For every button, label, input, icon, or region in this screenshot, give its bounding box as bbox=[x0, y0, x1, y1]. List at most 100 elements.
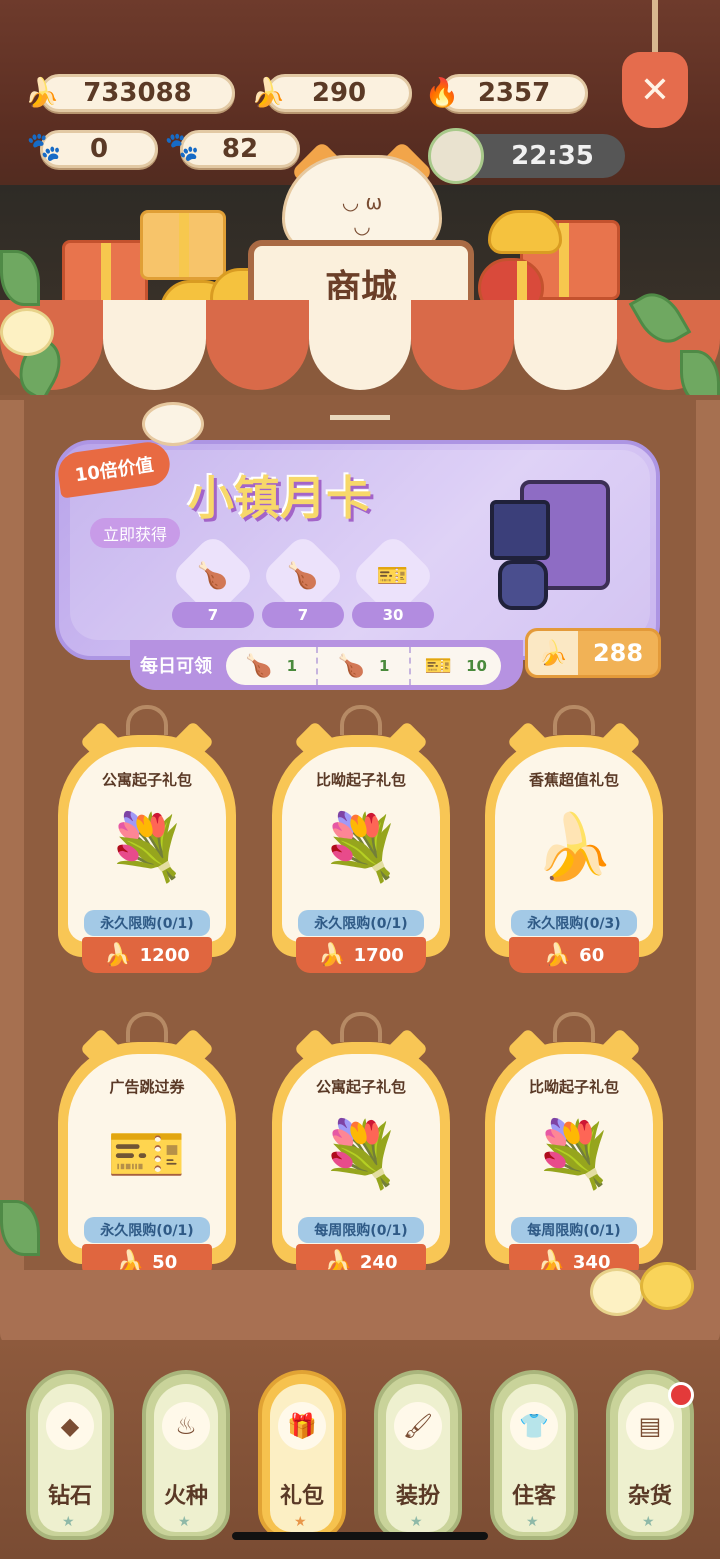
daily-reward-item: 🍗 1 bbox=[226, 647, 319, 685]
home-indicator[interactable] bbox=[232, 1532, 488, 1540]
daily-count: 10 bbox=[466, 657, 487, 675]
star-icon: ★ bbox=[294, 1514, 307, 1530]
item-price: 1200 bbox=[139, 944, 190, 966]
tab-label: 装扮 bbox=[395, 1484, 440, 1509]
paw-orange-icon: 🍗 bbox=[287, 561, 319, 591]
chick-decoration bbox=[640, 1262, 694, 1310]
wizard-body bbox=[498, 560, 548, 610]
paw-bouquet-orange-icon: 💐 bbox=[321, 1117, 401, 1192]
tab-label: 火种 bbox=[163, 1484, 208, 1509]
reward-item: 🍗 7 bbox=[259, 532, 347, 628]
daily-rewards: 🍗 1 🍗 1 🎫 10 bbox=[226, 647, 501, 685]
wizard-gift-icon bbox=[480, 470, 620, 620]
daily-reward-item: 🎫 10 bbox=[411, 647, 501, 685]
item-buy-button[interactable]: 🍌 1200 bbox=[82, 937, 212, 973]
reward-count: 7 bbox=[172, 602, 254, 628]
value-badge-label: 10倍价值 bbox=[73, 454, 155, 487]
star-icon: ★ bbox=[62, 1514, 75, 1530]
ad-ticket-icon: 🎫 bbox=[377, 561, 409, 591]
item-name: 比呦起子礼包 bbox=[315, 771, 406, 789]
chick-decoration bbox=[590, 1268, 644, 1316]
blue-banana-icon: 🍌 bbox=[104, 942, 132, 968]
item-name: 公寓起子礼包 bbox=[315, 1078, 406, 1096]
blue-banana-icon: 🍌 bbox=[528, 631, 578, 675]
star-icon: ★ bbox=[642, 1514, 655, 1530]
cat-face: ◡ ω ◡ bbox=[341, 190, 383, 238]
daily-count: 1 bbox=[378, 657, 390, 675]
shirt-icon: 👕 bbox=[510, 1402, 558, 1450]
shop-item-card[interactable]: 公寓起子礼包 💐 永久限购(0/1) 🍌 1200 bbox=[58, 705, 236, 973]
item-name: 比呦起子礼包 bbox=[528, 1078, 619, 1096]
paw-bouquet-white-icon: 💐 bbox=[534, 1117, 614, 1192]
item-name: 公寓起子礼包 bbox=[101, 771, 192, 789]
paw-white-icon: 🍗 bbox=[197, 561, 229, 591]
tab-dressup[interactable]: 🖌 装扮 ★ bbox=[374, 1370, 462, 1540]
goods-icon: ▤ bbox=[626, 1402, 674, 1450]
star-icon: ★ bbox=[410, 1514, 423, 1530]
item-buy-button[interactable]: 🍌 60 bbox=[509, 937, 639, 973]
month-card-buy-button[interactable]: 🍌 288 bbox=[525, 628, 661, 678]
wizard-hat bbox=[490, 500, 550, 560]
chick-decoration bbox=[0, 308, 54, 356]
item-limit: 永久限购(0/3) bbox=[511, 910, 637, 936]
reward-item: 🎫 30 bbox=[349, 532, 437, 628]
panel-edge bbox=[696, 400, 720, 1320]
tab-label: 住客 bbox=[511, 1484, 556, 1509]
close-button[interactable]: ✕ bbox=[622, 52, 688, 128]
daily-label: 每日可领 bbox=[140, 656, 212, 677]
item-limit: 永久限购(0/1) bbox=[84, 910, 210, 936]
shop-item-card[interactable]: 比呦起子礼包 💐 永久限购(0/1) 🍌 1700 bbox=[272, 705, 450, 973]
blue-banana-icon: 🍌 bbox=[318, 942, 346, 968]
item-limit: 永久限购(0/1) bbox=[298, 910, 424, 936]
blue-banana-count: 290 bbox=[311, 78, 367, 108]
shop-item-card[interactable]: 比呦起子礼包 💐 每周限购(0/1) 🍌 340 bbox=[485, 1012, 663, 1280]
banana-count: 733088 bbox=[83, 78, 192, 108]
card-hanger bbox=[340, 1012, 382, 1042]
ad-ticket-icon: 🎫 bbox=[424, 653, 453, 679]
reward-count: 30 bbox=[352, 602, 434, 628]
tag-string bbox=[652, 0, 658, 56]
avatar[interactable] bbox=[428, 128, 484, 184]
card-hanger bbox=[126, 705, 168, 735]
gold-ingot-icon bbox=[488, 210, 562, 254]
shop-item-card[interactable]: 公寓起子礼包 💐 每周限购(0/1) 🍌 240 bbox=[272, 1012, 450, 1280]
item-name: 广告跳过券 bbox=[109, 1078, 185, 1096]
star-icon: ★ bbox=[178, 1514, 191, 1530]
claim-now-button[interactable]: 立即获得 bbox=[90, 518, 180, 548]
banana-counter[interactable]: 733088 bbox=[40, 74, 235, 112]
shop-item-card[interactable]: 香蕉超值礼包 🍌 永久限购(0/3) 🍌 60 bbox=[485, 705, 663, 973]
item-limit: 每周限购(0/1) bbox=[298, 1217, 424, 1243]
reward-item: 🍗 7 bbox=[169, 532, 257, 628]
notification-dot bbox=[668, 1382, 694, 1408]
brush-icon: 🖌 bbox=[394, 1402, 442, 1450]
diamond-icon: ◆ bbox=[46, 1402, 94, 1450]
blue-banana-icon: 🍌 bbox=[543, 942, 572, 968]
ad-ticket-pack-icon: 🎫 bbox=[107, 1117, 187, 1192]
item-buy-button[interactable]: 🍌 1700 bbox=[296, 937, 426, 973]
month-card-price: 288 bbox=[592, 639, 644, 667]
star-icon: ★ bbox=[526, 1514, 539, 1530]
panel-edge bbox=[0, 400, 24, 1320]
item-limit: 每周限购(0/1) bbox=[511, 1217, 637, 1243]
item-price: 60 bbox=[579, 944, 605, 966]
close-icon: ✕ bbox=[639, 69, 671, 111]
tab-flame[interactable]: ♨ 火种 ★ bbox=[142, 1370, 230, 1540]
tab-gift[interactable]: 🎁 礼包 ★ bbox=[258, 1370, 346, 1540]
card-hanger bbox=[340, 705, 382, 735]
month-card-title: 小镇月卡 bbox=[188, 471, 372, 525]
shop-screen: 733088 🍌 290 🍌 2357 🔥 0 🐾 82 🐾 22:35 ✕ ◡… bbox=[0, 0, 720, 1559]
white-paw-icon: 🐾 bbox=[26, 129, 62, 163]
card-hanger bbox=[330, 415, 390, 435]
card-hanger bbox=[553, 705, 595, 735]
gift-decoration bbox=[140, 210, 226, 280]
tab-resident[interactable]: 👕 住客 ★ bbox=[490, 1370, 578, 1540]
orange-paw-icon: 🐾 bbox=[164, 129, 200, 163]
blue-banana-icon: 🍌 bbox=[250, 75, 286, 109]
gift-icon: 🎁 bbox=[278, 1402, 326, 1450]
item-name: 香蕉超值礼包 bbox=[528, 771, 619, 789]
tab-label: 杂货 bbox=[627, 1484, 672, 1509]
tab-diamond[interactable]: ◆ 钻石 ★ bbox=[26, 1370, 114, 1540]
daily-count: 1 bbox=[286, 657, 298, 675]
shop-item-card[interactable]: 广告跳过券 🎫 永久限购(0/1) 🍌 50 bbox=[58, 1012, 236, 1280]
card-hanger bbox=[126, 1012, 168, 1042]
